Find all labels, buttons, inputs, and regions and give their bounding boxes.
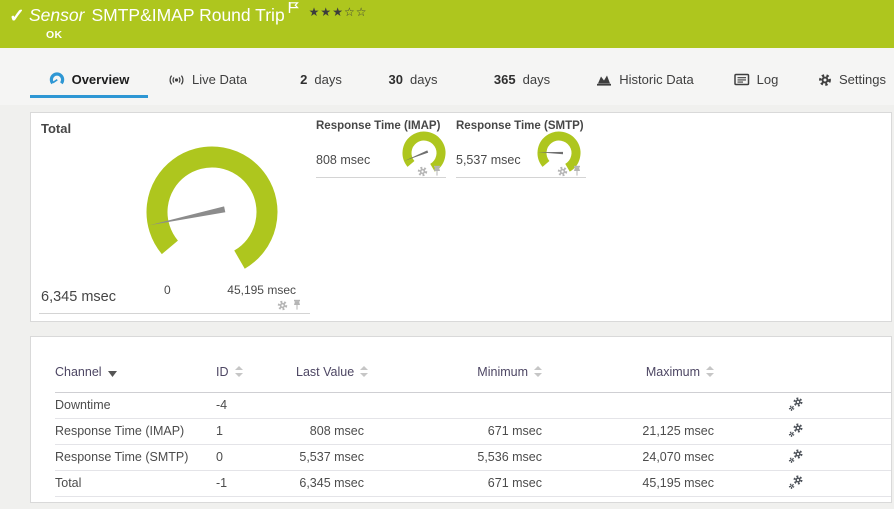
column-header-last-value[interactable]: Last Value (296, 337, 369, 393)
table-header-row: Channel ID Last Value Minimum Maximum (55, 337, 891, 393)
sensor-title: Sensor SMTP&IMAP Round Trip ★★★☆☆ (29, 2, 368, 26)
channel-last-value: 6,345 msec (296, 470, 364, 497)
channel-last-value (296, 392, 364, 419)
gauge-icon (49, 72, 64, 85)
sensor-header: ✓ Sensor SMTP&IMAP Round Trip ★★★☆☆ OK (0, 0, 894, 48)
tab-2-days-label: days (314, 72, 342, 87)
gauge-settings-gear-icon[interactable] (277, 300, 288, 311)
channel-name: Response Time (IMAP) (55, 418, 216, 445)
edit-channel-gears-icon[interactable] (788, 448, 804, 464)
historic-chart-icon (597, 75, 612, 86)
channel-name: Response Time (SMTP) (55, 444, 216, 471)
gauge-pin-icon[interactable] (292, 299, 302, 311)
column-header-maximum[interactable]: Maximum (542, 337, 714, 393)
priority-stars[interactable]: ★★★☆☆ (309, 5, 368, 19)
tab-365-days-number: 365 (493, 72, 516, 87)
sort-both-icon (534, 365, 542, 377)
table-row-response-time-smtp: Response Time (SMTP) 0 5,537 msec 5,536 … (55, 444, 891, 471)
channel-id: -4 (216, 392, 296, 419)
tab-30-days-number: 30 (388, 72, 403, 87)
tab-365-days-label: days (522, 72, 551, 87)
stars-filled: ★★★ (308, 5, 344, 19)
overview-gauges-panel: Total 0 45,195 msec 6,345 msec Response … (30, 112, 892, 322)
tab-live-data[interactable]: Live Data (160, 61, 255, 98)
channel-minimum: 5,536 msec (364, 444, 542, 471)
channel-last-value: 5,537 msec (296, 444, 364, 471)
channels-table: Channel ID Last Value Minimum Maximum Do… (55, 337, 891, 497)
channels-panel: Channel ID Last Value Minimum Maximum Do… (30, 336, 892, 503)
gauge-pin-icon[interactable] (572, 165, 582, 177)
tab-historic-data-label: Historic Data (619, 72, 694, 87)
live-data-icon (169, 74, 184, 85)
tab-30-days[interactable]: 30 days (377, 61, 449, 98)
channel-minimum: 671 msec (364, 418, 542, 445)
channel-maximum (542, 392, 714, 419)
total-gauge-max-label: 45,195 msec (227, 283, 296, 297)
column-header-id-label: ID (216, 364, 229, 379)
column-header-minimum-label: Minimum (477, 364, 528, 379)
sort-desc-icon (107, 370, 117, 377)
log-icon (733, 73, 749, 86)
total-gauge-value: 6,345 msec (41, 289, 116, 305)
edit-channel-gears-icon[interactable] (788, 396, 804, 412)
column-header-channel[interactable]: Channel (55, 337, 216, 393)
gauge-settings-gear-icon[interactable] (417, 166, 428, 177)
total-gauge-min-label: 0 (164, 283, 171, 297)
tab-overview[interactable]: Overview (30, 61, 148, 98)
channel-last-value: 808 msec (296, 418, 364, 445)
edit-channel-gears-icon[interactable] (788, 474, 804, 490)
channel-minimum (364, 392, 542, 419)
tab-2-days[interactable]: 2 days (285, 61, 357, 98)
edit-channel-gears-icon[interactable] (788, 422, 804, 438)
stars-empty: ☆☆ (343, 5, 368, 19)
gauge-pin-icon[interactable] (432, 165, 442, 177)
tab-2-days-number: 2 (300, 72, 308, 87)
imap-gauge-value: 808 msec (316, 153, 371, 167)
sort-both-icon (234, 365, 243, 377)
channel-name: Total (55, 470, 216, 497)
total-gauge (146, 146, 278, 269)
tab-bar: Overview Live Data 2 days 30 days 365 da… (0, 48, 894, 105)
channel-minimum: 671 msec (364, 470, 542, 497)
tab-settings[interactable]: Settings (810, 61, 894, 98)
tab-historic-data[interactable]: Historic Data (593, 61, 697, 98)
tab-30-days-label: days (410, 72, 438, 87)
flag-icon[interactable] (288, 0, 299, 19)
sort-both-icon (706, 365, 714, 377)
column-header-minimum[interactable]: Minimum (364, 337, 542, 393)
status-badge: OK (46, 29, 63, 41)
channel-id: 0 (216, 444, 296, 471)
total-gauge-title: Total (41, 121, 72, 136)
sensor-name: SMTP&IMAP Round Trip (91, 5, 285, 25)
status-ok-check-icon: ✓ (9, 6, 25, 27)
tab-365-days[interactable]: 365 days (482, 61, 562, 98)
tab-live-data-label: Live Data (192, 72, 247, 87)
tab-log-label: Log (756, 72, 779, 87)
channel-name: Downtime (55, 392, 216, 419)
tab-log[interactable]: Log (718, 61, 794, 98)
tab-overview-label: Overview (71, 72, 130, 87)
sort-both-icon (360, 365, 369, 377)
table-row-downtime: Downtime -4 (55, 392, 891, 419)
column-header-last-value-label: Last Value (296, 364, 355, 379)
sensor-kind-label: Sensor (29, 5, 85, 25)
channel-id: -1 (216, 470, 296, 497)
column-header-maximum-label: Maximum (645, 364, 700, 379)
prtg-sensor-page: { "colors": { "status_green": "#aec61e",… (0, 0, 894, 509)
channel-maximum: 21,125 msec (542, 418, 714, 445)
table-row-total: Total -1 6,345 msec 671 msec 45,195 msec (55, 470, 891, 497)
smtp-gauge-value: 5,537 msec (456, 153, 521, 167)
channel-maximum: 24,070 msec (542, 444, 714, 471)
tab-settings-label: Settings (839, 72, 886, 87)
channel-id: 1 (216, 418, 296, 445)
gauge-settings-gear-icon[interactable] (557, 166, 568, 177)
column-header-channel-label: Channel (55, 364, 102, 379)
column-header-id[interactable]: ID (216, 337, 296, 393)
settings-gear-icon (819, 73, 831, 86)
channel-maximum: 45,195 msec (542, 470, 714, 497)
table-row-response-time-imap: Response Time (IMAP) 1 808 msec 671 msec… (55, 418, 891, 445)
